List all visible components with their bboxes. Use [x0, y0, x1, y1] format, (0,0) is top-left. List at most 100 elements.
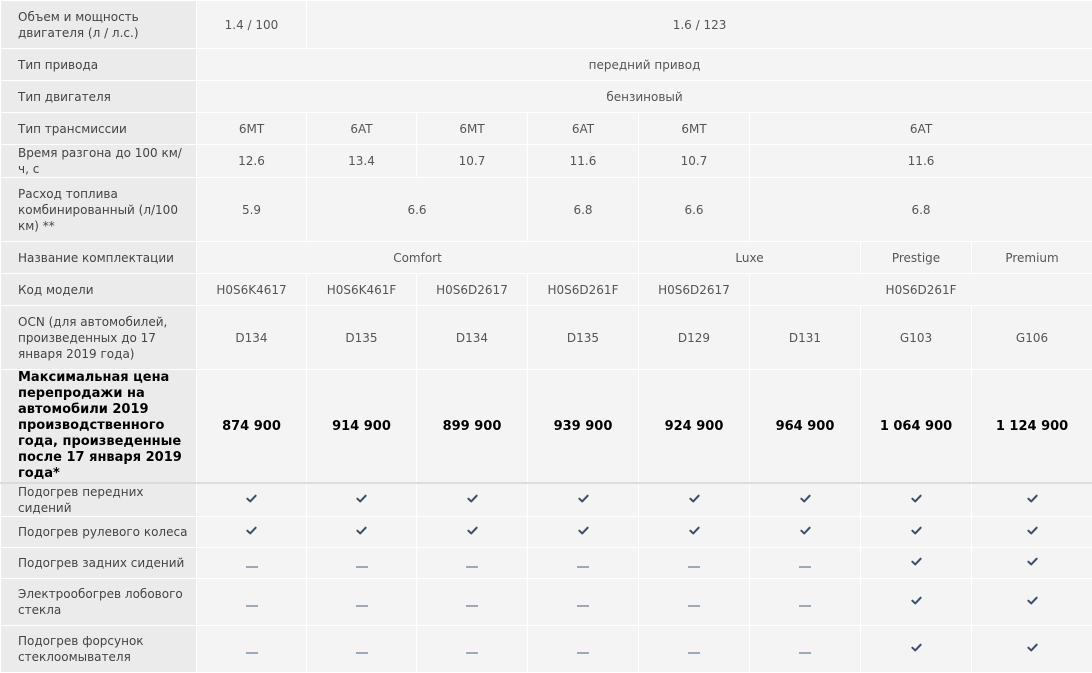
feature-cell [197, 579, 307, 626]
feature-cell [639, 517, 750, 548]
row-engine: Объем и мощность двигателя (л / л.с.) 1.… [1, 1, 1092, 49]
row-label: Тип трансмиссии [1, 113, 197, 145]
row-label: Максимальная цена перепродажи на автомоб… [1, 370, 197, 484]
dash-icon [577, 605, 589, 607]
feature-cell [639, 483, 750, 517]
cell-value: D135 [307, 306, 417, 370]
spec-table: Объем и мощность двигателя (л / л.с.) 1.… [0, 0, 1092, 673]
row-label: Электрообогрев лобового стекла [1, 579, 197, 626]
dash-icon [246, 652, 258, 654]
feature-cell [307, 517, 417, 548]
cell-value: 10.7 [417, 145, 528, 178]
price-value: 874 900 [197, 370, 307, 484]
cell-value: бензиновый [197, 81, 1092, 113]
feature-cell [861, 579, 972, 626]
row-heated-steering-wheel: Подогрев рулевого колеса [1, 517, 1092, 548]
check-icon [467, 493, 478, 504]
row-label: Название комплектации [1, 242, 197, 274]
cell-value: 10.7 [639, 145, 750, 178]
dash-icon [466, 652, 478, 654]
cell-value: 6.6 [307, 178, 528, 242]
dash-icon [799, 566, 811, 568]
feature-cell [528, 548, 639, 579]
cell-value: D134 [197, 306, 307, 370]
feature-cell [972, 517, 1092, 548]
feature-cell [639, 579, 750, 626]
dash-icon [577, 652, 589, 654]
row-ocn: OCN (для автомобилей, произведенных до 1… [1, 306, 1092, 370]
dash-icon [466, 566, 478, 568]
cell-value: 13.4 [307, 145, 417, 178]
feature-cell [861, 626, 972, 673]
feature-cell [417, 517, 528, 548]
row-heated-washer-nozzles: Подогрев форсунок стеклоомывателя [1, 626, 1092, 673]
feature-cell [639, 626, 750, 673]
row-heated-front-seats: Подогрев передних сидений [1, 483, 1092, 517]
cell-value: 6.6 [639, 178, 750, 242]
check-icon [911, 493, 922, 504]
row-label: Подогрев рулевого колеса [1, 517, 197, 548]
cell-value: G106 [972, 306, 1092, 370]
row-price: Максимальная цена перепродажи на автомоб… [1, 370, 1092, 484]
price-value: 924 900 [639, 370, 750, 484]
price-value: 1 064 900 [861, 370, 972, 484]
check-icon [1027, 556, 1038, 567]
feature-cell [307, 548, 417, 579]
check-icon [911, 525, 922, 536]
dash-icon [688, 566, 700, 568]
check-icon [356, 525, 367, 536]
feature-cell [307, 626, 417, 673]
check-icon [1027, 525, 1038, 536]
row-acceleration: Время разгона до 100 км/ч, с 12.6 13.4 1… [1, 145, 1092, 178]
feature-cell [197, 483, 307, 517]
check-icon [911, 556, 922, 567]
check-icon [1027, 642, 1038, 653]
price-value: 1 124 900 [972, 370, 1092, 484]
price-value: 939 900 [528, 370, 639, 484]
row-label: Подогрев передних сидений [1, 483, 197, 517]
dash-icon [799, 605, 811, 607]
cell-value: H0S6K4617 [197, 274, 307, 306]
row-label: Тип привода [1, 49, 197, 81]
feature-cell [417, 548, 528, 579]
cell-value: 5.9 [197, 178, 307, 242]
feature-cell [528, 579, 639, 626]
cell-value: D131 [750, 306, 861, 370]
feature-cell [307, 579, 417, 626]
feature-cell [307, 483, 417, 517]
feature-cell [639, 548, 750, 579]
feature-cell [750, 548, 861, 579]
feature-cell [972, 579, 1092, 626]
cell-value: H0S6D2617 [639, 274, 750, 306]
row-label: Время разгона до 100 км/ч, с [1, 145, 197, 178]
feature-cell [972, 626, 1092, 673]
cell-value: G103 [861, 306, 972, 370]
feature-cell [528, 626, 639, 673]
dash-icon [356, 605, 368, 607]
feature-cell [417, 579, 528, 626]
check-icon [578, 493, 589, 504]
check-icon [246, 525, 257, 536]
price-value: 964 900 [750, 370, 861, 484]
feature-cell [197, 626, 307, 673]
cell-value: 6AT [750, 113, 1092, 145]
feature-cell [750, 517, 861, 548]
feature-cell [417, 626, 528, 673]
row-heated-windshield: Электрообогрев лобового стекла [1, 579, 1092, 626]
dash-icon [799, 652, 811, 654]
row-label: OCN (для автомобилей, произведенных до 1… [1, 306, 197, 370]
row-label: Расход топлива комбинированный (л/100 км… [1, 178, 197, 242]
cell-value: D129 [639, 306, 750, 370]
check-icon [689, 493, 700, 504]
row-label: Код модели [1, 274, 197, 306]
cell-value: D135 [528, 306, 639, 370]
cell-value: D134 [417, 306, 528, 370]
check-icon [689, 525, 700, 536]
row-model-code: Код модели H0S6K4617 H0S6K461F H0S6D2617… [1, 274, 1092, 306]
cell-value: 6.8 [528, 178, 639, 242]
check-icon [911, 595, 922, 606]
dash-icon [246, 566, 258, 568]
feature-cell [528, 517, 639, 548]
feature-cell [861, 548, 972, 579]
cell-value: 6.8 [750, 178, 1092, 242]
